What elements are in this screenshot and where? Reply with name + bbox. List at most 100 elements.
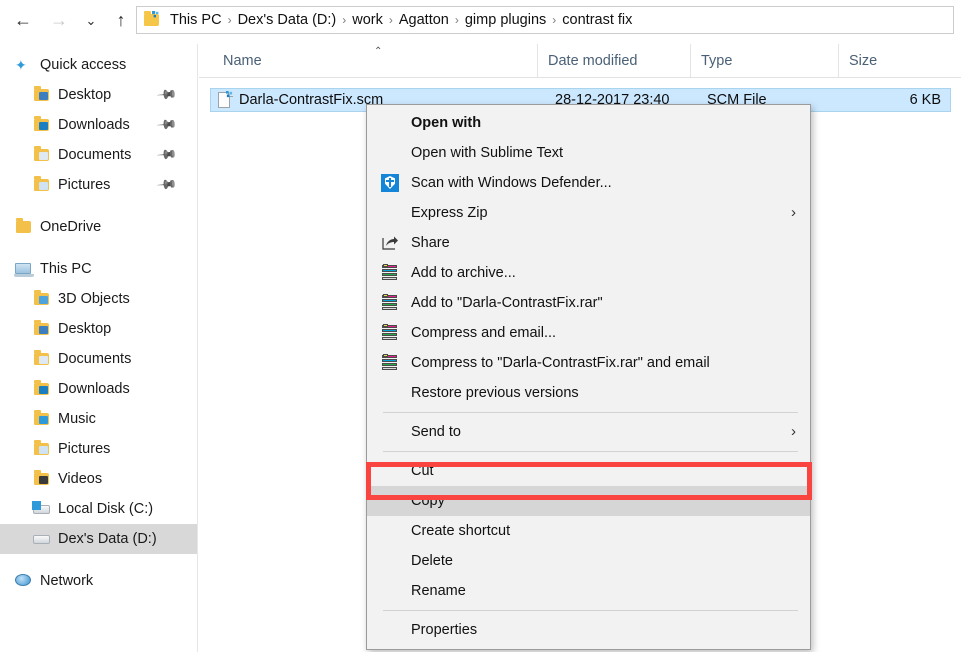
folder-desktop-icon (32, 86, 52, 104)
sidebar-item-downloads[interactable]: Downloads 📌 (0, 110, 197, 140)
folder-pictures-icon (32, 440, 52, 458)
pin-icon[interactable]: 📌 (156, 114, 178, 137)
share-icon (381, 234, 399, 252)
folder-icon (141, 10, 163, 30)
winrar-icon (381, 354, 399, 372)
menu-item-cut[interactable]: Cut (367, 456, 810, 486)
chevron-right-icon: › (791, 204, 796, 221)
sidebar-item-label: Desktop (58, 87, 112, 103)
menu-item-share[interactable]: Share (367, 228, 810, 258)
folder-videos-icon (32, 470, 52, 488)
sidebar-item-label: Quick access (40, 57, 127, 73)
menu-item-restore-previous-versions[interactable]: Restore previous versions (367, 378, 810, 408)
file-size-cell: 6 KB (909, 92, 941, 108)
breadcrumb-item-gimp-plugins[interactable]: gimp plugins (460, 10, 551, 30)
sidebar-item-desktop[interactable]: Desktop (0, 314, 197, 344)
address-bar[interactable]: This PC › Dex's Data (D:) › work › Agatton › gim… (136, 6, 954, 34)
sidebar-item-quick-access[interactable]: ✦ Quick access (0, 50, 197, 80)
context-menu[interactable]: Open with Open with Sublime Text Scan with… (366, 104, 811, 650)
menu-item-add-to-darla-contrastfix-rar[interactable]: Add to "Darla-ContrastFix.rar" (367, 288, 810, 318)
sidebar-item-label: Videos (58, 471, 103, 487)
breadcrumb-item-work[interactable]: work (347, 10, 388, 30)
recent-locations-chevron-down-icon[interactable]: ⌄ (78, 8, 104, 32)
pin-icon[interactable]: 📌 (156, 84, 178, 107)
column-header-date-modified[interactable]: Date modified (537, 44, 690, 77)
menu-item-label: Compress to "Darla-ContrastFix.rar" and … (411, 355, 710, 371)
menu-item-create-shortcut[interactable]: Create shortcut (367, 516, 810, 546)
sidebar-item-label: This PC (40, 261, 92, 277)
menu-separator (383, 610, 798, 611)
sidebar-item-label: Pictures (58, 177, 111, 193)
menu-item-add-to-archive[interactable]: Add to archive... (367, 258, 810, 288)
this-pc-icon (14, 260, 34, 278)
sidebar-item-label: 3D Objects (58, 291, 130, 307)
sidebar-item-label: Downloads (58, 381, 130, 397)
pin-icon[interactable]: 📌 (156, 174, 178, 197)
sidebar-item-network[interactable]: Network (0, 566, 197, 596)
menu-item-send-to[interactable]: Send to › (367, 417, 810, 447)
chevron-right-icon: › (791, 423, 796, 440)
breadcrumb-item-agatton[interactable]: Agatton (394, 10, 454, 30)
folder-documents-icon (32, 350, 52, 368)
folder-pictures-icon (32, 176, 52, 194)
breadcrumb: This PC › Dex's Data (D:) › work › Agatton › gim… (165, 10, 637, 30)
menu-item-scan-with-windows-defender[interactable]: Scan with Windows Defender... (367, 168, 810, 198)
sidebar-item-label: Network (40, 573, 94, 589)
column-header-type[interactable]: Type (690, 44, 838, 77)
menu-item-delete[interactable]: Delete (367, 546, 810, 576)
menu-item-label: Express Zip (411, 205, 488, 221)
up-button[interactable]: ↑ (108, 8, 134, 32)
sidebar-item-desktop[interactable]: Desktop 📌 (0, 80, 197, 110)
menu-item-open-with[interactable]: Open with (367, 108, 810, 138)
menu-separator (383, 451, 798, 452)
menu-item-open-with-sublime-text[interactable]: Open with Sublime Text (367, 138, 810, 168)
sidebar-item-downloads[interactable]: Downloads (0, 374, 197, 404)
column-header-size[interactable]: Size (838, 44, 938, 77)
menu-item-rename[interactable]: Rename (367, 576, 810, 606)
winrar-icon (381, 264, 399, 282)
sidebar-item-pictures[interactable]: Pictures (0, 434, 197, 464)
file-explorer-window: ← → ⌄ ↑ This PC › Dex's Data (D:) › work › Aga… (0, 0, 961, 652)
menu-item-properties[interactable]: Properties (367, 615, 810, 645)
menu-item-label: Rename (411, 583, 466, 599)
menu-item-label: Open with (411, 115, 482, 131)
breadcrumb-item-contrast-fix[interactable]: contrast fix (557, 10, 637, 30)
defender-shield-icon (381, 174, 399, 192)
network-icon (14, 572, 34, 590)
column-header-name[interactable]: Name (199, 44, 537, 77)
sidebar-item-documents[interactable]: Documents 📌 (0, 140, 197, 170)
menu-item-label: Share (411, 235, 450, 251)
sidebar-item-dex-s-data-d[interactable]: Dex's Data (D:) (0, 524, 197, 554)
breadcrumb-item-this-pc[interactable]: This PC (165, 10, 227, 30)
sidebar-item-3d-objects[interactable]: 3D Objects (0, 284, 197, 314)
star-icon: ✦ (15, 57, 27, 73)
back-button[interactable]: ← (10, 8, 36, 32)
menu-item-express-zip[interactable]: Express Zip › (367, 198, 810, 228)
menu-item-label: Add to "Darla-ContrastFix.rar" (411, 295, 603, 311)
forward-button[interactable]: → (46, 8, 72, 32)
menu-item-compress-and-email[interactable]: Compress and email... (367, 318, 810, 348)
sidebar-item-videos[interactable]: Videos (0, 464, 197, 494)
sidebar-item-music[interactable]: Music (0, 404, 197, 434)
menu-item-label: Cut (411, 463, 434, 479)
folder-downloads-icon (32, 380, 52, 398)
drive-icon (32, 530, 52, 548)
menu-item-copy[interactable]: Copy (367, 486, 810, 516)
menu-item-compress-to-darla-contrastfix-rar-and-email[interactable]: Compress to "Darla-ContrastFix.rar" and … (367, 348, 810, 378)
sidebar-item-pictures[interactable]: Pictures 📌 (0, 170, 197, 200)
winrar-icon (381, 324, 399, 342)
menu-separator (383, 412, 798, 413)
sidebar-item-label: Music (58, 411, 96, 427)
breadcrumb-item-dex-s-data-d[interactable]: Dex's Data (D:) (233, 10, 342, 30)
sidebar-item-label: Dex's Data (D:) (58, 531, 157, 547)
pin-icon[interactable]: 📌 (156, 144, 178, 167)
navigation-pane[interactable]: ✦ Quick access Desktop 📌 Downloads 📌 Documents… (0, 44, 198, 652)
sidebar-item-onedrive[interactable]: OneDrive (0, 212, 197, 242)
sidebar-item-documents[interactable]: Documents (0, 344, 197, 374)
sidebar-item-local-disk-c[interactable]: Local Disk (C:) (0, 494, 197, 524)
sidebar-item-this-pc[interactable]: This PC (0, 254, 197, 284)
file-overlay-icon (226, 91, 233, 98)
